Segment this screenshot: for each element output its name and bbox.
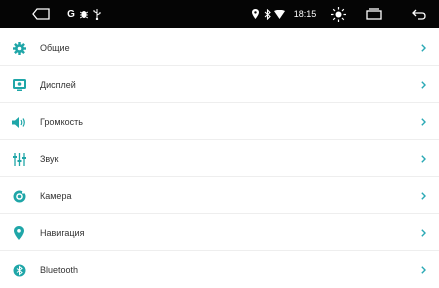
g-notification-icon: G [66, 0, 76, 28]
settings-item-navigation[interactable]: Навигация [0, 215, 439, 251]
settings-item-display[interactable]: Дисплей [0, 67, 439, 103]
settings-item-label: Bluetooth [40, 265, 79, 275]
settings-item-label: Громкость [40, 117, 83, 127]
bug-icon [79, 0, 89, 28]
settings-item-volume[interactable]: Громкость [0, 104, 439, 140]
chevron-right-icon [419, 228, 427, 238]
volume-icon [11, 114, 27, 130]
chevron-right-icon [419, 80, 427, 90]
usb-icon [92, 0, 102, 28]
chevron-right-icon [419, 43, 427, 53]
brightness-icon[interactable] [330, 0, 346, 28]
chevron-right-icon [419, 265, 427, 275]
divider [0, 102, 439, 103]
divider [0, 213, 439, 214]
gear-icon [11, 40, 27, 56]
status-bar: G 18:15 [0, 0, 439, 28]
clock-time: 18:15 [293, 9, 317, 19]
settings-item-label: Дисплей [40, 80, 76, 90]
chevron-right-icon [419, 117, 427, 127]
display-icon [11, 77, 27, 93]
bluetooth-settings-icon [11, 262, 27, 278]
navigation-pin-icon [11, 225, 27, 241]
divider [0, 250, 439, 251]
equalizer-icon [11, 151, 27, 167]
camera-icon [11, 188, 27, 204]
bluetooth-icon [262, 0, 272, 28]
settings-item-label: Камера [40, 191, 72, 201]
settings-item-general[interactable]: Общие [0, 30, 439, 66]
settings-item-camera[interactable]: Камера [0, 178, 439, 214]
wifi-icon [273, 0, 285, 28]
divider [0, 65, 439, 66]
settings-item-label: Навигация [40, 228, 85, 238]
divider [0, 139, 439, 140]
settings-item-sound[interactable]: Звук [0, 141, 439, 177]
back-icon[interactable] [411, 0, 427, 28]
home-outline-icon[interactable] [30, 0, 52, 28]
recent-apps-icon[interactable] [365, 0, 383, 28]
location-pin-icon [250, 0, 260, 28]
settings-item-label: Общие [40, 43, 70, 53]
notification-letter: G [67, 8, 75, 20]
divider [0, 176, 439, 177]
settings-item-label: Звук [40, 154, 59, 164]
chevron-right-icon [419, 154, 427, 164]
settings-item-bluetooth[interactable]: Bluetooth [0, 252, 439, 288]
chevron-right-icon [419, 191, 427, 201]
